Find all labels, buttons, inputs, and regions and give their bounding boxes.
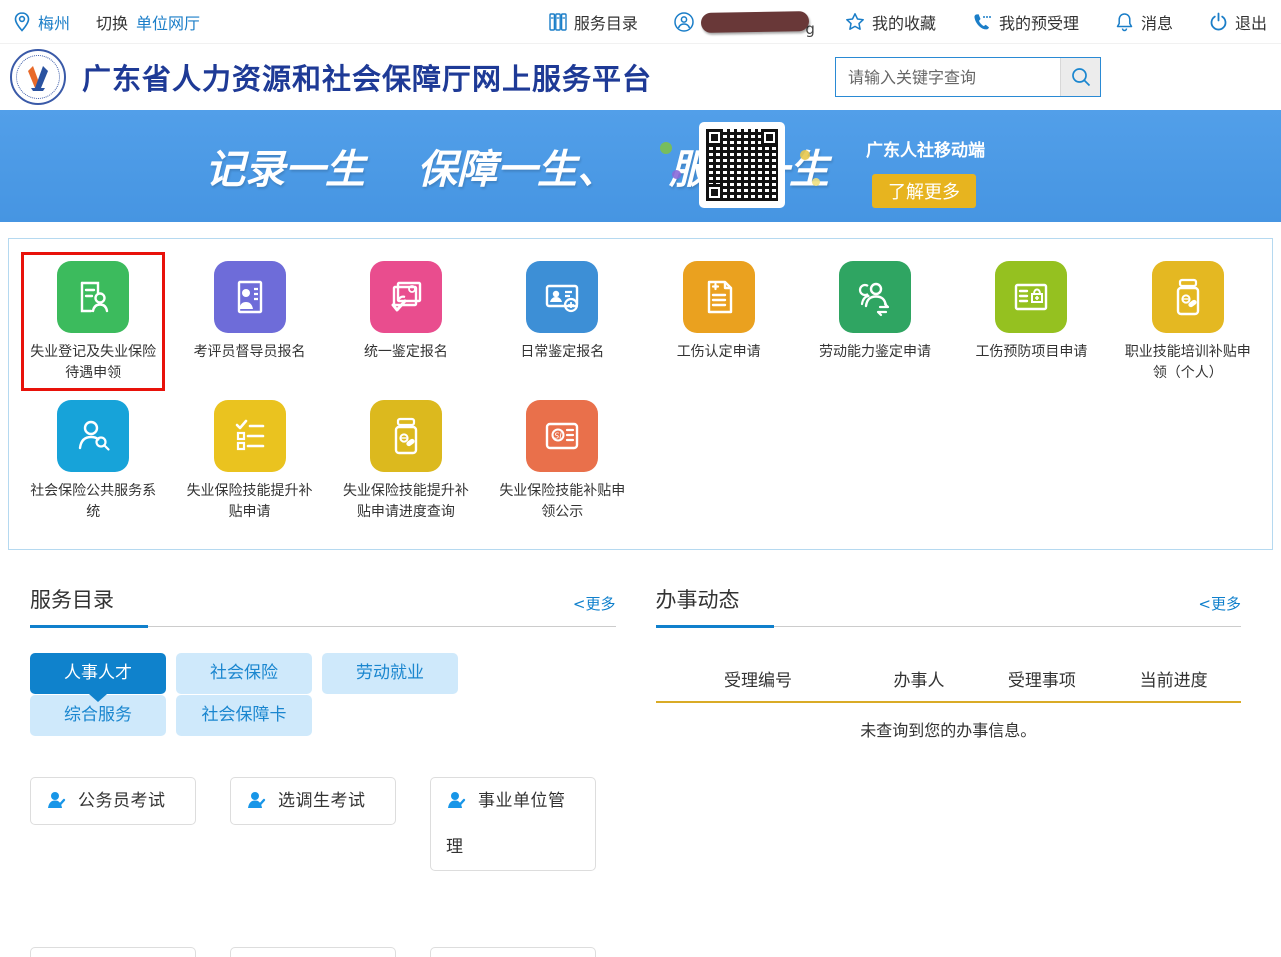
location-pin-icon	[14, 12, 30, 32]
service-catalog-title: 服务目录	[30, 584, 114, 614]
empty-state-message: 未查询到您的办事信息。	[656, 703, 1242, 741]
unit-hall-link[interactable]: 单位网厅	[136, 10, 200, 34]
search-icon	[1070, 66, 1092, 88]
quick-services-panel: 失业登记及失业保险待遇申领 考评员督导员报名 统一鉴定报名 日常鉴定报名 工伤认…	[8, 238, 1273, 550]
service-catalog-more-link[interactable]: <更多	[573, 593, 616, 614]
catalog-item-three-supports-one-assistance[interactable]: 三支一扶	[230, 947, 396, 957]
service-directory-link[interactable]: 服务目录	[549, 10, 638, 34]
banner-decoration	[812, 178, 820, 186]
messages-link[interactable]: 消息	[1115, 10, 1173, 34]
banner-decoration	[660, 142, 672, 154]
star-icon	[845, 12, 865, 32]
service-directory-label: 服务目录	[574, 10, 638, 34]
person-check-icon	[246, 790, 266, 810]
redacted-username: g	[701, 12, 809, 32]
pill-bottle-icon	[385, 415, 427, 457]
logout-label: 退出	[1235, 10, 1267, 34]
phone-icon	[972, 12, 992, 32]
quick-service-skill-upgrade-subsidy-progress[interactable]: 失业保险技能提升补贴申请进度查询	[328, 400, 484, 523]
column-acceptance-item: 受理事项	[978, 666, 1107, 691]
doc-person-icon	[72, 276, 114, 318]
quick-service-unified-appraisal[interactable]: 统一鉴定报名	[328, 261, 484, 384]
banner-decoration	[800, 150, 810, 160]
photo-check-icon	[385, 276, 427, 318]
mobile-app-title: 广东人社移动端	[866, 136, 982, 161]
learn-more-button[interactable]: 了解更多	[872, 174, 976, 208]
quick-service-skill-subsidy-publicity[interactable]: SI 失业保险技能补贴申领公示	[484, 400, 640, 523]
column-current-progress: 当前进度	[1106, 666, 1241, 691]
qr-code	[699, 122, 785, 208]
hero-banner: 记录一生 保障一生、 服务一生 广东人社移动端 了解更多	[0, 110, 1281, 222]
column-handler: 办事人	[860, 666, 977, 691]
favorites-label: 我的收藏	[872, 10, 936, 34]
catalog-item-civil-servant-exam[interactable]: 公务员考试	[30, 777, 196, 825]
messages-label: 消息	[1141, 10, 1173, 34]
catalog-item-cards: 公务员考试 选调生考试 事业单位管理 流动人员档案 三支一扶 事业单位招聘	[30, 777, 616, 957]
agency-logo	[10, 49, 66, 105]
service-catalog-section: 服务目录 <更多 人事人才 社会保险 劳动就业 综合服务 社会保障卡 公务员考试…	[30, 584, 616, 957]
search-input[interactable]	[836, 58, 1060, 96]
banner-decoration	[672, 170, 681, 179]
person-doc-icon	[229, 276, 271, 318]
preacceptance-label: 我的预受理	[999, 10, 1079, 34]
catalog-tabs: 人事人才 社会保险 劳动就业 综合服务 社会保障卡	[30, 653, 500, 737]
quick-services-row-2: 社会保险公共服务系统 失业保险技能提升补贴申请 失业保险技能提升补贴申请进度查询…	[15, 400, 1266, 523]
tab-social-insurance[interactable]: 社会保险	[176, 653, 312, 694]
page-title: 广东省人力资源和社会保障厅网上服务平台	[82, 56, 652, 98]
quick-service-examiner-registration[interactable]: 考评员督导员报名	[171, 261, 327, 384]
logout-link[interactable]: 退出	[1209, 10, 1267, 34]
switch-link[interactable]: 切换	[96, 10, 128, 34]
column-acceptance-number: 受理编号	[656, 666, 861, 691]
work-status-table-header: 受理编号 办事人 受理事项 当前进度	[656, 655, 1242, 701]
catalog-item-public-institution-management[interactable]: 事业单位管理	[430, 777, 596, 871]
id-card-icon	[541, 276, 583, 318]
power-icon	[1209, 12, 1228, 32]
location-label[interactable]: 梅州	[38, 10, 70, 34]
card-si-icon: SI	[541, 415, 583, 457]
top-bar: 梅州 切换 单位网厅 服务目录 g 我的收藏	[0, 0, 1281, 44]
quick-service-vocational-training-subsidy[interactable]: 职业技能培训补贴申领（个人）	[1110, 261, 1266, 384]
directory-icon	[549, 13, 567, 31]
list-cart-icon	[1010, 276, 1052, 318]
person-check-icon	[446, 790, 466, 810]
doc-plus-icon	[698, 276, 740, 318]
quick-service-injury-prevention-project[interactable]: 工伤预防项目申请	[953, 261, 1109, 384]
work-status-section: 办事动态 <更多 受理编号 办事人 受理事项 当前进度 未查询到您的办事信息。	[656, 584, 1242, 957]
people-arrows-icon	[854, 276, 896, 318]
person-check-icon	[46, 790, 66, 810]
quick-service-skill-upgrade-subsidy-apply[interactable]: 失业保险技能提升补贴申请	[171, 400, 327, 523]
tab-social-security-card[interactable]: 社会保障卡	[176, 695, 312, 736]
catalog-item-mobile-personnel-archives[interactable]: 流动人员档案	[30, 947, 196, 957]
quick-service-daily-appraisal[interactable]: 日常鉴定报名	[484, 261, 640, 384]
bell-icon	[1115, 12, 1134, 32]
favorites-link[interactable]: 我的收藏	[845, 10, 936, 34]
search-box	[835, 57, 1101, 97]
quick-service-work-injury-recognition[interactable]: 工伤认定申请	[641, 261, 797, 384]
person-search-icon	[72, 415, 114, 457]
tab-labor-employment[interactable]: 劳动就业	[322, 653, 458, 694]
user-account[interactable]: g	[674, 12, 809, 32]
preacceptance-link[interactable]: 我的预受理	[972, 10, 1079, 34]
checklist-icon	[229, 415, 271, 457]
site-header: 广东省人力资源和社会保障厅网上服务平台	[0, 44, 1281, 110]
work-status-title: 办事动态	[656, 584, 740, 614]
pill-bottle-icon	[1167, 276, 1209, 318]
tab-personnel-talent[interactable]: 人事人才	[30, 653, 166, 694]
catalog-item-public-institution-recruitment[interactable]: 事业单位招聘	[430, 947, 596, 957]
quick-service-unemployment-registration[interactable]: 失业登记及失业保险待遇申领	[15, 261, 171, 384]
svg-text:SI: SI	[555, 432, 563, 441]
quick-services-row-1: 失业登记及失业保险待遇申领 考评员督导员报名 统一鉴定报名 日常鉴定报名 工伤认…	[15, 261, 1266, 384]
catalog-item-selected-graduates-exam[interactable]: 选调生考试	[230, 777, 396, 825]
work-status-more-link[interactable]: <更多	[1198, 593, 1241, 614]
redaction-blob	[701, 11, 809, 33]
user-icon	[674, 12, 694, 32]
quick-service-labor-capacity-appraisal[interactable]: 劳动能力鉴定申请	[797, 261, 953, 384]
search-button[interactable]	[1060, 58, 1100, 96]
quick-service-social-insurance-public-service[interactable]: 社会保险公共服务系统	[15, 400, 171, 523]
